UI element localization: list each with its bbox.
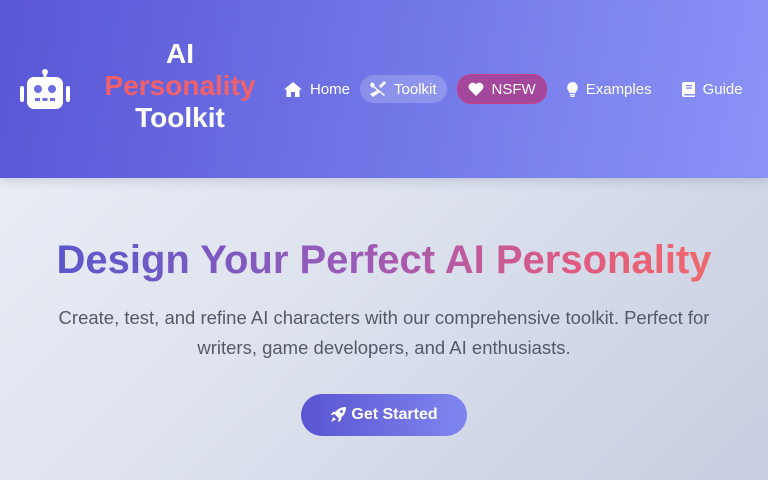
nav-home[interactable]: Home <box>274 75 360 103</box>
nav-guide[interactable]: Guide <box>672 75 753 103</box>
book-icon <box>681 81 695 97</box>
nav-nsfw-label: NSFW <box>491 80 536 98</box>
site-logo-text[interactable]: AI Personality Toolkit <box>100 38 260 134</box>
site-header: AI Personality Toolkit Home Toolkit NSFW <box>0 0 768 178</box>
logo-line-2: Personality <box>104 70 256 101</box>
hero-subtitle: Create, test, and refine AI characters w… <box>58 307 710 358</box>
rocket-icon <box>330 407 347 423</box>
logo-line-1: AI <box>166 38 194 69</box>
heart-icon <box>468 82 483 96</box>
lightbulb-icon <box>566 81 578 97</box>
nav-home-label: Home <box>310 80 351 98</box>
main-nav: Home Toolkit NSFW Examples Guide <box>274 74 753 104</box>
nav-guide-label: Guide <box>702 80 743 98</box>
logo-line-3: Toolkit <box>135 102 225 133</box>
robot-icon <box>20 69 70 109</box>
nav-examples-label: Examples <box>585 80 652 98</box>
get-started-button[interactable]: Get Started <box>301 394 467 436</box>
nav-nsfw[interactable]: NSFW <box>456 74 547 104</box>
home-icon <box>284 81 302 97</box>
nav-toolkit[interactable]: Toolkit <box>360 75 447 103</box>
hero-title-text: Design Your Perfect AI Personality <box>56 238 712 282</box>
hero-title: Design Your Perfect AI Personality <box>0 234 768 286</box>
nav-toolkit-label: Toolkit <box>394 80 437 98</box>
nav-examples[interactable]: Examples <box>557 75 662 103</box>
get-started-label: Get Started <box>351 406 438 423</box>
tools-icon <box>370 81 387 97</box>
